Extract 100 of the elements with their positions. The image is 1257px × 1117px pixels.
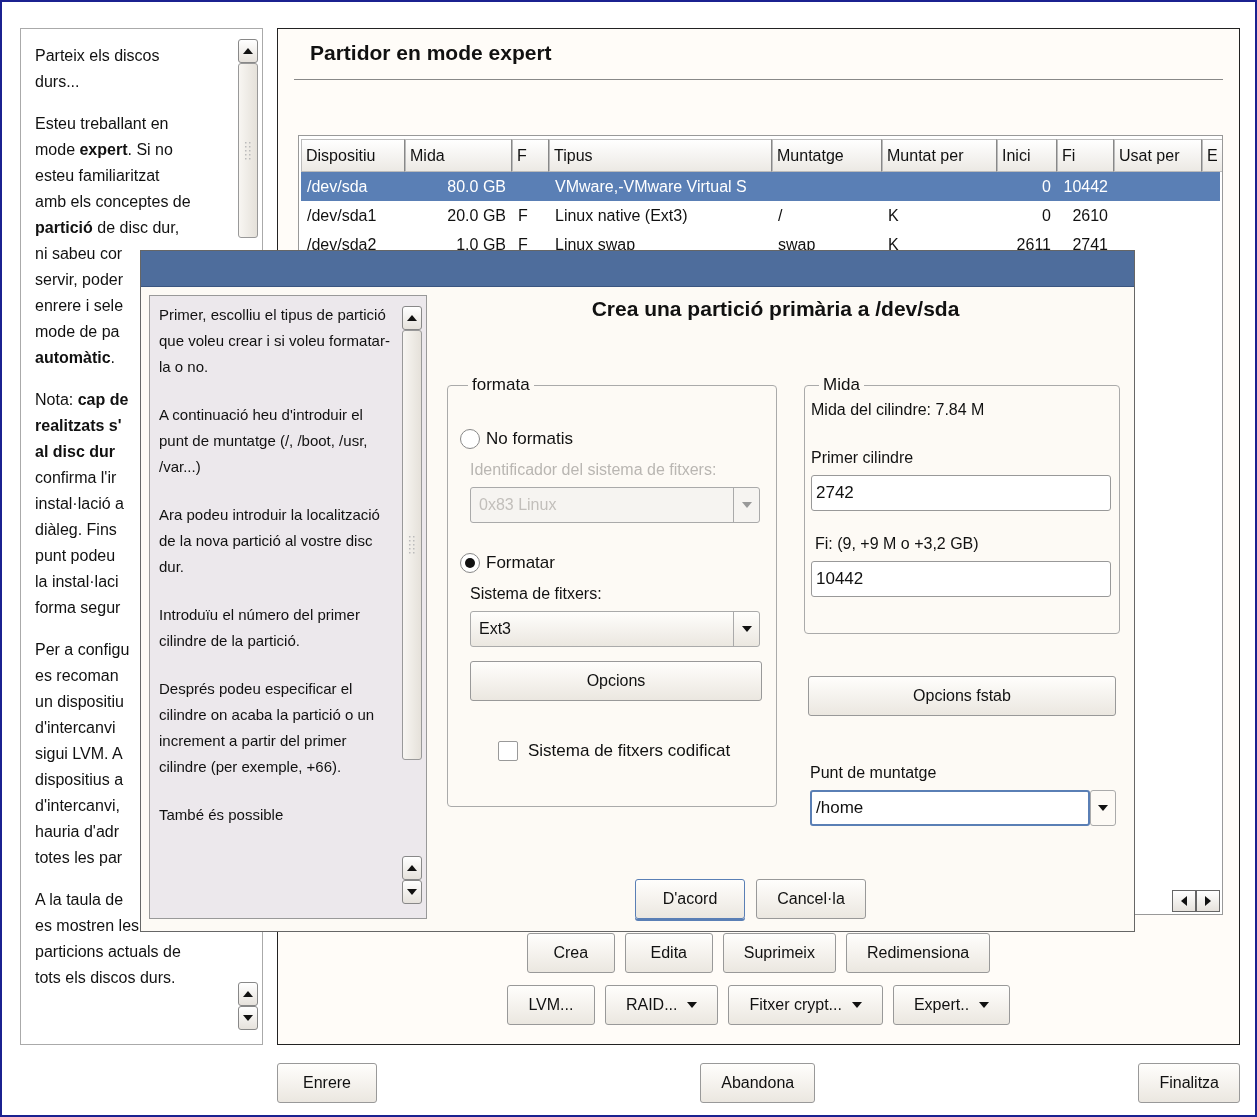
scroll-left-button[interactable] <box>1172 890 1196 912</box>
help-text-line: partició de disc dur, <box>35 218 180 238</box>
group-title: formata <box>471 375 531 395</box>
help-text-line: forma segur <box>35 598 121 618</box>
help-text-line: punt podeu <box>35 546 116 566</box>
dropdown-arrow-icon <box>741 500 752 510</box>
column-header[interactable]: Tipus <box>549 139 772 172</box>
footer-button[interactable]: Abandona <box>700 1063 816 1103</box>
help-text-line: mode expert. Si no <box>35 140 173 160</box>
checkbox-option[interactable]: Sistema de fitxers codificat <box>498 741 768 761</box>
column-header[interactable]: Inici <box>997 139 1057 172</box>
page-title: Partidor en mode expert <box>310 40 553 66</box>
action-button[interactable]: LVM... <box>506 985 595 1025</box>
help-text-line: realitzats s' <box>35 416 122 436</box>
end-cylinder-field[interactable]: 10442 <box>811 561 1111 597</box>
scroll-right-button[interactable] <box>1196 890 1220 912</box>
scroll-up-button[interactable] <box>402 856 422 880</box>
column-header[interactable]: Dispositiu <box>301 139 405 172</box>
scroll-up-button[interactable] <box>402 306 422 330</box>
column-header[interactable]: Mida <box>405 139 512 172</box>
caret-icon <box>979 1000 990 1010</box>
table-row[interactable]: /dev/sda1 20.0 GB F Linux native (Ext3) / K 0 2610 <box>301 201 1220 230</box>
scroll-up-button[interactable] <box>238 39 258 63</box>
grip-icon <box>243 139 253 162</box>
help-text-line: Per a configu <box>35 640 130 660</box>
dropdown-arrow-icon <box>741 624 752 634</box>
start-cylinder-field[interactable]: 2742 <box>811 475 1111 511</box>
dialog-button[interactable]: D'acord <box>635 879 745 919</box>
help-paragraph: Primer, escolliu el tipus de partició que voleu crear i si voleu formatar-la o no. <box>159 305 391 377</box>
help-text-line: particions actuals de <box>35 942 181 962</box>
help-text-line: hauria d'adr <box>35 822 119 842</box>
help-paragraph: A continuació heu d'introduir el punt de muntatge (/, /boot, /usr, /var...) <box>159 405 369 477</box>
table-cell-text: Linux swap <box>554 234 637 255</box>
fstab-options-button[interactable]: Opcions fstab <box>808 676 1116 716</box>
action-button[interactable]: Crea <box>526 933 615 973</box>
help-text-line: dispositius a <box>35 770 124 790</box>
up-arrow-icon <box>243 989 253 999</box>
action-button[interactable]: Edita <box>624 933 713 973</box>
help-text-line: sigui LVM. A <box>35 744 123 764</box>
field-label: Sistema de fitxers: <box>470 585 603 603</box>
footer-button[interactable]: Finalitza <box>1138 1063 1240 1103</box>
options-button[interactable]: Opcions <box>470 661 762 701</box>
help-text-line: totes les par <box>35 848 123 868</box>
column-header[interactable]: Fi <box>1057 139 1114 172</box>
help-text-line: d'intercanvi <box>35 718 116 738</box>
up-arrow-icon <box>407 313 417 323</box>
table-cell-text: /dev/sda <box>306 176 369 197</box>
help-text-line: A la taula de <box>35 890 124 910</box>
table-cell-text: F <box>517 234 529 255</box>
group-title: Mida <box>822 375 861 395</box>
field-label: Fi: (9, +9 M o +3,2 GB) <box>815 535 980 553</box>
help-text-line: es mostren les <box>35 916 140 936</box>
table-cell-text: VMware,-VMware Virtual S <box>554 176 748 197</box>
scroll-down-button[interactable] <box>402 880 422 904</box>
table-cell-text: 0 <box>1041 205 1052 226</box>
table-cell-text: K <box>887 234 900 255</box>
table-row[interactable]: /dev/sda 80.0 GB VMware,-VMware Virtual S 0 10442 <box>301 172 1220 201</box>
help-text-line: Esteu treballant en <box>35 114 169 134</box>
combo-box[interactable]: Ext3 <box>470 611 760 647</box>
scroll-thumb[interactable] <box>238 63 258 238</box>
help-text-line: servir, poder <box>35 270 124 290</box>
table-cell-text: 2610 <box>1071 205 1109 226</box>
help-text-line: diàleg. Fins <box>35 520 117 540</box>
action-button[interactable]: Redimensiona <box>845 933 991 973</box>
up-arrow-icon <box>243 46 253 56</box>
table-cell-text: 2741 <box>1071 234 1109 255</box>
column-header[interactable]: Muntat per <box>882 139 997 172</box>
table-cell-text: Linux native (Ext3) <box>554 205 689 226</box>
scroll-down-button[interactable] <box>238 1006 258 1030</box>
table-cell-text: 1.0 GB <box>455 234 507 255</box>
checkbox[interactable] <box>498 741 518 761</box>
radio-option[interactable]: Formatar <box>460 553 768 573</box>
column-header[interactable]: Usat per <box>1114 139 1202 172</box>
help-text-line: Parteix els discos <box>35 46 160 66</box>
down-arrow-icon <box>243 1013 253 1023</box>
radio-button[interactable] <box>460 553 480 573</box>
up-arrow-icon <box>407 863 417 873</box>
cylinder-size-text: Mida del cilindre: 7.84 M <box>811 401 986 419</box>
help-text-line: es recoman <box>35 666 119 686</box>
right-arrow-icon <box>1203 896 1213 906</box>
table-cell-text: / <box>777 205 784 226</box>
help-text-line: tots els discos durs. <box>35 968 176 988</box>
column-header[interactable]: Muntatge <box>772 139 882 172</box>
help-text-line: amb els conceptes de <box>35 192 191 212</box>
column-header[interactable]: E <box>1202 139 1222 172</box>
dialog-button[interactable]: Cancel·la <box>756 879 866 919</box>
footer-button[interactable]: Enrere <box>277 1063 377 1103</box>
field-label: Primer cilindre <box>811 449 915 467</box>
scroll-thumb[interactable] <box>402 330 422 760</box>
dialog-heading: Crea una partició primària a /dev/sda <box>590 296 961 322</box>
column-header[interactable]: F <box>512 139 549 172</box>
scroll-up-button[interactable] <box>238 982 258 1006</box>
action-button[interactable]: Suprimeix <box>722 933 836 973</box>
menu-button[interactable]: Fitxer crypt... <box>728 985 883 1025</box>
help-text-line: durs... <box>35 72 80 92</box>
down-arrow-icon <box>407 887 417 897</box>
menu-button[interactable]: Expert.. <box>892 985 1011 1025</box>
caret-icon <box>687 1000 698 1010</box>
menu-button[interactable]: RAID... <box>604 985 719 1025</box>
help-text-line: d'intercanvi, <box>35 796 120 816</box>
